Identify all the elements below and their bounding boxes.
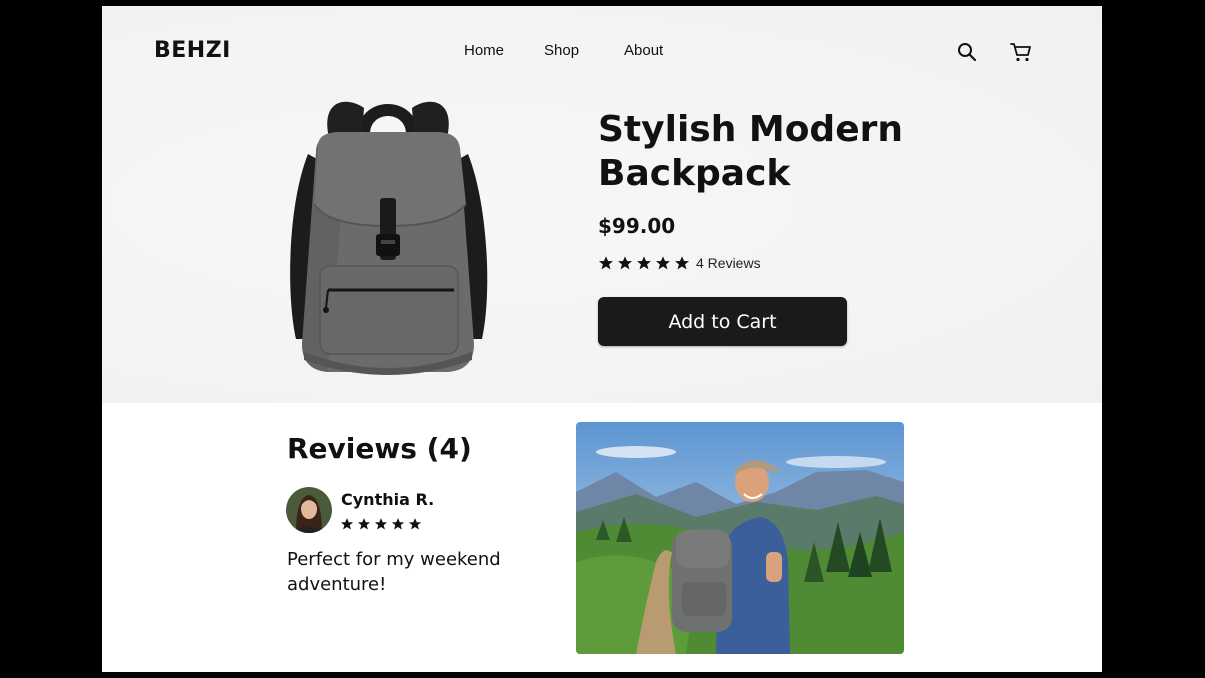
product-title: Stylish Modern Backpack [598,109,903,194]
star-icon [357,518,371,530]
reviews-heading: Reviews (4) [287,432,472,465]
cart-icon[interactable] [1009,40,1033,64]
nav-about[interactable]: About [624,42,663,59]
product-price: $99.00 [598,214,676,238]
star-icon [675,256,689,270]
reviewer-name: Cynthia R. [341,490,435,509]
lifestyle-image [576,422,904,654]
reviewer-rating [340,517,422,531]
star-icon [599,256,613,270]
star-icon [618,256,632,270]
product-page: BEHZI Home Shop About Stylish Modern Bac… [102,6,1102,672]
star-icon [656,256,670,270]
product-rating[interactable]: 4 Reviews [598,255,761,271]
product-image [278,94,498,384]
reviewer-avatar [286,487,332,533]
add-to-cart-button[interactable]: Add to Cart [598,297,847,346]
star-icon [637,256,651,270]
review-count-link[interactable]: 4 Reviews [696,255,761,271]
review-text: Perfect for my weekend adventure! [287,549,501,595]
brand-logo[interactable]: BEHZI [154,38,231,63]
search-icon[interactable] [955,40,979,64]
star-icon [374,518,388,530]
rating-stars [598,255,690,271]
star-icon [391,518,405,530]
star-icon [340,518,354,530]
star-icon [408,518,422,530]
nav-home[interactable]: Home [464,42,504,59]
nav-shop[interactable]: Shop [544,42,579,59]
